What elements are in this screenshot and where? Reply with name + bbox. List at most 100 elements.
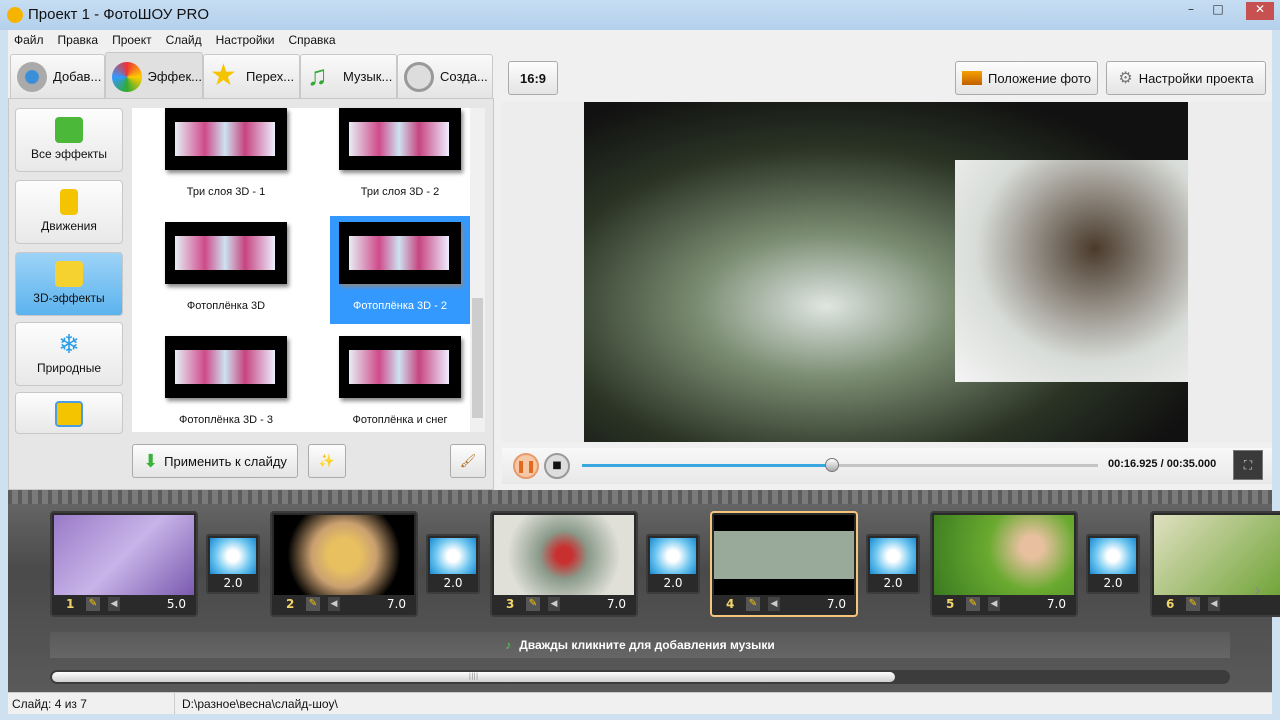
tab-add[interactable]: Добав... (10, 54, 105, 98)
slide-duration: 7.0 (1046, 597, 1066, 611)
palette-icon (112, 61, 142, 92)
film-perforation (8, 490, 1272, 504)
transition-image (430, 538, 476, 574)
effects-scrollbar[interactable] (470, 108, 485, 432)
category-nature[interactable]: ❄ Природные (15, 322, 123, 386)
effects-grid: Три слоя 3D - 1 Три слоя 3D - 2 Фотоплён… (132, 108, 470, 432)
menu-edit[interactable]: Правка (58, 33, 99, 47)
slide-thumbnail-selected[interactable]: 4 ✎ ◀ 7.0 (710, 511, 858, 617)
scroll-right-icon[interactable]: › (1254, 580, 1261, 601)
app-logo-icon (7, 7, 23, 23)
slide-duration: 7.0 (826, 597, 846, 611)
maximize-button[interactable]: □ (1207, 2, 1229, 20)
edit-pencil-icon[interactable]: ✎ (526, 597, 540, 611)
scroll-thumb[interactable] (472, 298, 483, 418)
menu-bar: Файл Правка Проект Слайд Настройки Справ… (8, 30, 1272, 50)
category-label: Все эффекты (30, 147, 108, 161)
edit-pencil-icon[interactable]: ✎ (966, 597, 980, 611)
slides-icon (55, 401, 83, 427)
edit-pencil-icon[interactable]: ✎ (86, 597, 100, 611)
star-icon: ★ (210, 58, 237, 92)
stop-button[interactable]: ■ (544, 453, 570, 479)
effect-label: Три слоя 3D - 2 (360, 186, 440, 198)
edit-pencil-icon[interactable]: ✎ (746, 597, 760, 611)
category-3d[interactable]: 3D-эффекты (15, 252, 123, 316)
slide-thumbnail[interactable]: 5 ✎ ◀ 7.0 (930, 511, 1078, 617)
magic-wand-button[interactable]: ✨ (308, 444, 346, 478)
menu-help[interactable]: Справка (288, 33, 335, 47)
speaker-icon[interactable]: ◀ (768, 597, 780, 611)
video-frame-snowdrops (955, 160, 1188, 382)
photo-position-button[interactable]: Положение фото (955, 61, 1098, 95)
effect-thumbnail (339, 108, 461, 170)
transition-thumbnail[interactable]: 2.0 (866, 534, 920, 594)
category-motion[interactable]: Движения (15, 180, 123, 244)
minimize-button[interactable]: – (1180, 2, 1202, 20)
window-title: Проект 1 - ФотоШОУ PRO (28, 6, 209, 23)
effect-item[interactable]: Фотоплёнка 3D (156, 216, 296, 324)
music-hint: Дважды кликните для добавления музыки (519, 638, 775, 652)
timeline-scroll-thumb[interactable]: |||| (52, 672, 895, 682)
seek-handle[interactable] (824, 458, 839, 472)
tab-label: Эффек... (147, 69, 203, 84)
edit-pencil-icon[interactable]: ✎ (1186, 597, 1200, 611)
effect-thumbnail (165, 336, 287, 398)
close-button[interactable]: ✕ (1246, 2, 1274, 20)
fullscreen-button[interactable]: ⛶ (1233, 450, 1263, 480)
tab-effects[interactable]: Эффек... (105, 52, 203, 100)
effect-thumbnail (165, 108, 287, 170)
film-reel-icon (404, 61, 434, 92)
tab-music[interactable]: ♫ Музык... (300, 54, 397, 98)
effect-item[interactable]: Три слоя 3D - 2 (330, 102, 470, 210)
menu-settings[interactable]: Настройки (216, 33, 275, 47)
slide-thumbnail[interactable]: 3 ✎ ◀ 7.0 (490, 511, 638, 617)
effect-label: Три слоя 3D - 1 (186, 186, 266, 198)
edit-pencil-icon[interactable]: ✎ (306, 597, 320, 611)
category-all-effects[interactable]: Все эффекты (15, 108, 123, 172)
tab-label: Музык... (343, 69, 393, 84)
category-slides[interactable] (15, 392, 123, 434)
speaker-icon[interactable]: ◀ (108, 597, 120, 611)
clear-effect-button[interactable]: 🖌 (450, 444, 486, 478)
transition-thumbnail[interactable]: 2.0 (206, 534, 260, 594)
tab-label: Созда... (440, 69, 488, 84)
slide-number: 1 (66, 597, 75, 611)
transition-duration: 2.0 (223, 576, 243, 590)
menu-file[interactable]: Файл (14, 33, 44, 47)
slide-image (494, 515, 634, 595)
menu-project[interactable]: Проект (112, 33, 152, 47)
category-label: Движения (41, 219, 97, 233)
project-settings-button[interactable]: ⚙ Настройки проекта (1106, 61, 1266, 95)
slide-image (274, 515, 414, 595)
slide-thumbnail[interactable]: 2 ✎ ◀ 7.0 (270, 511, 418, 617)
tab-label: Добав... (53, 69, 102, 84)
speaker-icon[interactable]: ◀ (548, 597, 560, 611)
transition-thumbnail[interactable]: 2.0 (426, 534, 480, 594)
music-track[interactable]: ♪ Дважды кликните для добавления музыки (50, 632, 1230, 658)
effect-item[interactable]: Фотоплёнка 3D - 3 (156, 330, 296, 438)
transition-thumbnail[interactable]: 2.0 (646, 534, 700, 594)
apply-label: Применить к слайду (164, 453, 287, 469)
slide-duration: 7.0 (606, 597, 626, 611)
effect-item-selected[interactable]: Фотоплёнка 3D - 2 (330, 216, 470, 324)
button-label: Настройки проекта (1138, 70, 1254, 86)
slide-thumbnail[interactable]: 1 ✎ ◀ 5.0 (50, 511, 198, 617)
time-display: 00:16.925 / 00:35.000 (1108, 458, 1217, 470)
tab-transitions[interactable]: ★ Перех... (203, 54, 300, 98)
speaker-icon[interactable]: ◀ (1208, 597, 1220, 611)
transition-thumbnail[interactable]: 2.0 (1086, 534, 1140, 594)
pause-button[interactable]: ❚❚ (513, 453, 539, 479)
aspect-ratio-button[interactable]: 16:9 (508, 61, 558, 95)
speaker-icon[interactable]: ◀ (328, 597, 340, 611)
tab-create[interactable]: Созда... (397, 54, 493, 98)
effect-item[interactable]: Три слоя 3D - 1 (156, 102, 296, 210)
slide-thumbnail[interactable]: 6 ✎ ◀ (1150, 511, 1280, 617)
speaker-icon[interactable]: ◀ (988, 597, 1000, 611)
menu-slide[interactable]: Слайд (166, 33, 202, 47)
effect-item[interactable]: Фотоплёнка и снег (330, 330, 470, 438)
brush-icon: 🖌 (459, 453, 477, 468)
status-bar: Слайд: 4 из 7 D:\разное\весна\слайд-шоу\ (8, 692, 1272, 714)
apply-to-slide-button[interactable]: ⬇ Применить к слайду (132, 444, 298, 478)
slide-duration: 5.0 (166, 597, 186, 611)
transition-image (1090, 538, 1136, 574)
